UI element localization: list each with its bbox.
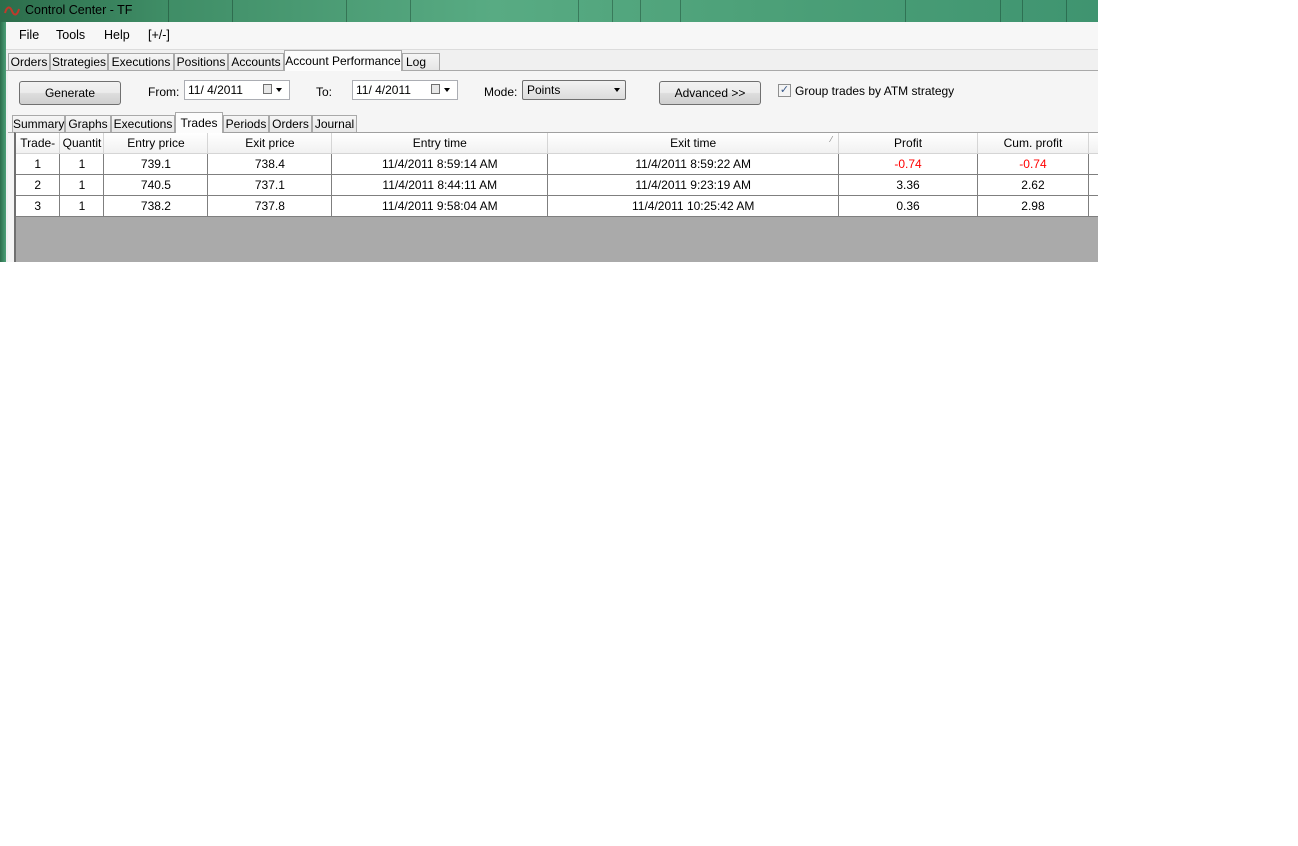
tab-executions[interactable]: Executions <box>108 53 174 70</box>
table-cell: 1 <box>16 153 61 175</box>
menu-expand-toggle[interactable]: [+/-] <box>148 28 170 42</box>
column-header-entry-time[interactable]: Entry time <box>331 133 549 154</box>
table-cell: 1 <box>59 195 105 217</box>
trades-grid: Trade- Quantit Entry price Exit price En… <box>14 132 1098 262</box>
table-cell: 11/4/2011 8:59:22 AM <box>547 153 840 175</box>
subtab-orders[interactable]: Orders <box>269 115 312 132</box>
table-cell <box>1088 195 1098 217</box>
tab-orders[interactable]: Orders <box>8 53 50 70</box>
table-cell: 0.36 <box>838 195 978 217</box>
tab-accounts[interactable]: Accounts <box>228 53 284 70</box>
mode-value: Points <box>527 83 561 97</box>
table-cell: 1 <box>59 153 105 175</box>
tab-strategies[interactable]: Strategies <box>50 53 108 70</box>
generate-button[interactable]: Generate <box>19 81 121 105</box>
table-cell <box>1088 174 1098 196</box>
table-header-row: Trade- Quantit Entry price Exit price En… <box>16 133 1098 154</box>
window-title: Control Center - TF <box>25 3 133 17</box>
menu-bar: File Tools Help [+/-] <box>6 22 1098 50</box>
tab-log[interactable]: Log <box>402 53 440 70</box>
to-label: To: <box>316 85 333 99</box>
column-header-overflow <box>1088 133 1098 154</box>
table-cell: 3.36 <box>838 174 978 196</box>
client-area: File Tools Help [+/-] Orders Strategies … <box>6 22 1098 262</box>
subtab-periods[interactable]: Periods <box>223 115 269 132</box>
subtab-journal[interactable]: Journal <box>312 115 357 132</box>
mode-label: Mode: <box>484 85 518 99</box>
table-cell: -0.74 <box>977 153 1089 175</box>
column-header-cum-profit[interactable]: Cum. profit <box>977 133 1089 154</box>
column-header-entry-price[interactable]: Entry price <box>103 133 209 154</box>
table-cell <box>1088 153 1098 175</box>
table-cell: 738.2 <box>103 195 209 217</box>
table-cell: -0.74 <box>838 153 978 175</box>
to-date-picker[interactable]: 11/ 4/2011 <box>352 80 458 100</box>
title-bar[interactable]: Control Center - TF <box>0 0 1098 22</box>
table-cell: 11/4/2011 8:44:11 AM <box>331 174 549 196</box>
table-cell: 737.8 <box>207 195 333 217</box>
exit-time-header-label: Exit time <box>670 136 717 150</box>
tab-account-performance[interactable]: Account Performance <box>284 50 402 71</box>
group-by-atm-label[interactable]: Group trades by ATM strategy <box>795 84 954 98</box>
table-row[interactable]: 1 1 739.1 738.4 11/4/2011 8:59:14 AM 11/… <box>16 153 1098 175</box>
chevron-down-icon <box>614 88 620 92</box>
table-cell: 2.62 <box>977 174 1089 196</box>
from-date-picker[interactable]: 11/ 4/2011 <box>184 80 290 100</box>
calendar-icon[interactable] <box>431 84 440 94</box>
menu-tools[interactable]: Tools <box>56 28 85 42</box>
mode-select[interactable]: Points <box>522 80 626 100</box>
table-cell: 2.98 <box>977 195 1089 217</box>
subtab-trades[interactable]: Trades <box>175 112 223 133</box>
column-header-profit[interactable]: Profit <box>838 133 978 154</box>
table-cell: 738.4 <box>207 153 333 175</box>
subtab-executions[interactable]: Executions <box>111 115 175 132</box>
group-by-atm-checkbox[interactable]: ✓ <box>778 84 791 97</box>
subtab-summary[interactable]: Summary <box>12 115 65 132</box>
table-row[interactable]: 3 1 738.2 737.8 11/4/2011 9:58:04 AM 11/… <box>16 195 1098 217</box>
table-row[interactable]: 2 1 740.5 737.1 11/4/2011 8:44:11 AM 11/… <box>16 174 1098 196</box>
tab-positions[interactable]: Positions <box>174 53 228 70</box>
column-header-trade[interactable]: Trade- <box>16 133 61 154</box>
from-label: From: <box>148 85 180 99</box>
column-header-exit-time[interactable]: Exit time ⁄ <box>547 133 840 154</box>
table-cell: 11/4/2011 9:58:04 AM <box>331 195 549 217</box>
subtab-graphs[interactable]: Graphs <box>65 115 111 132</box>
table-cell: 11/4/2011 10:25:42 AM <box>547 195 840 217</box>
main-tab-strip: Orders Strategies Executions Positions A… <box>6 50 1098 72</box>
chevron-down-icon[interactable] <box>276 88 282 92</box>
sort-indicator-icon: ⁄ <box>830 135 833 144</box>
app-logo-icon <box>4 6 20 16</box>
table-cell: 739.1 <box>103 153 209 175</box>
menu-file[interactable]: File <box>19 28 39 42</box>
table-cell: 11/4/2011 8:59:14 AM <box>331 153 549 175</box>
trades-table: Trade- Quantit Entry price Exit price En… <box>16 133 1098 217</box>
table-cell: 737.1 <box>207 174 333 196</box>
control-center-window: Control Center - TF File Tools Help [+/-… <box>0 0 1098 262</box>
advanced-button[interactable]: Advanced >> <box>659 81 761 105</box>
from-date-value: 11/ 4/2011 <box>188 83 243 97</box>
table-cell: 11/4/2011 9:23:19 AM <box>547 174 840 196</box>
to-date-value: 11/ 4/2011 <box>356 83 411 97</box>
table-cell: 2 <box>16 174 61 196</box>
column-header-quantity[interactable]: Quantit <box>59 133 105 154</box>
calendar-icon[interactable] <box>263 84 272 94</box>
table-cell: 740.5 <box>103 174 209 196</box>
column-header-exit-price[interactable]: Exit price <box>207 133 333 154</box>
table-cell: 3 <box>16 195 61 217</box>
menu-help[interactable]: Help <box>104 28 130 42</box>
table-cell: 1 <box>59 174 105 196</box>
chevron-down-icon[interactable] <box>444 88 450 92</box>
